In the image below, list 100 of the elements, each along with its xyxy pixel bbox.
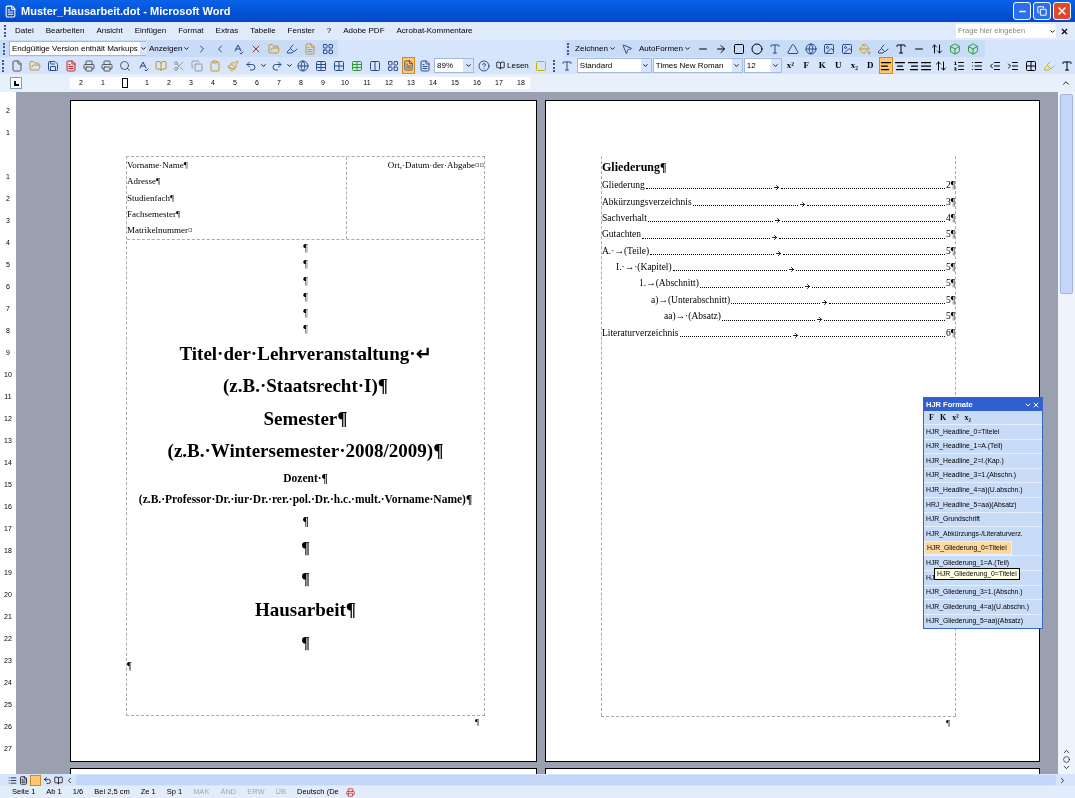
caret-icon	[286, 62, 293, 69]
normal-view-icon[interactable]	[8, 775, 17, 785]
style-dropdown[interactable]: Standard	[576, 58, 652, 73]
format-button[interactable]: x₂	[846, 57, 862, 74]
scroll-left-icon[interactable]	[65, 775, 74, 785]
title-page-paragraph: Semester¶	[262, 406, 349, 431]
toc-entry-label: a)→(Unterabschnitt)	[651, 293, 731, 307]
restore-icon	[1037, 6, 1047, 16]
draw-menu-button[interactable]: Zeichnen	[573, 42, 618, 55]
horizontal-scrollbar[interactable]	[76, 775, 1056, 785]
printer-icon[interactable]	[98, 57, 115, 74]
menu-item[interactable]: Adobe PDF	[337, 25, 391, 37]
format-button[interactable]: x₂	[962, 411, 973, 424]
toc-entry-label: I.·→·(Kapitel)	[616, 261, 672, 275]
reading-view-icon[interactable]	[54, 775, 63, 785]
header-line: Studienfach¶	[127, 191, 176, 205]
tab-mark-icon	[821, 299, 829, 307]
paragraph-mark: ¶	[474, 716, 479, 728]
previous-page-icon[interactable]	[1062, 747, 1071, 756]
vertical-scrollbar[interactable]	[1058, 92, 1075, 774]
format-button[interactable]: D	[862, 57, 878, 74]
title-page-paragraph: (z.B.·Wintersemester·2008/2009)¶	[166, 439, 445, 464]
toc-entry-label: 1.→(Abschnitt)	[639, 277, 699, 291]
menu-item[interactable]: Extras	[209, 25, 245, 37]
title-page-paragraph: Titel·der·Lehrveranstaltung·↵	[178, 341, 433, 366]
menu-item[interactable]: Ansicht	[90, 25, 129, 37]
fill-color-icon[interactable]	[856, 40, 873, 57]
menu-item[interactable]: Format	[172, 25, 210, 37]
font-size-dropdown[interactable]: 12	[743, 58, 782, 73]
oval-icon[interactable]	[748, 40, 765, 57]
caret-icon	[139, 45, 147, 52]
paragraph-mark: ¶	[300, 569, 311, 590]
format-button[interactable]: F	[927, 411, 936, 424]
format-button[interactable]: K	[937, 411, 949, 424]
align-button[interactable]	[878, 57, 893, 74]
paragraph-mark: ¶	[127, 658, 133, 673]
paragraph-mark: ¶	[302, 257, 309, 272]
menu-item[interactable]: Fenster	[281, 25, 321, 37]
browse-object-icon[interactable]	[1063, 756, 1070, 763]
format-button[interactable]: F	[798, 57, 814, 74]
toc-entry-label: Literaturverzeichnis	[602, 326, 679, 340]
minimize-button[interactable]	[1013, 2, 1031, 20]
next-page-icon[interactable]	[1062, 763, 1071, 772]
menu-item[interactable]: Einfügen	[128, 25, 173, 37]
scrollbar-thumb[interactable]	[1060, 94, 1073, 294]
caret-icon	[642, 62, 650, 69]
toc-page-number: 2¶	[945, 179, 955, 193]
menu-item[interactable]: Bearbeiten	[39, 25, 91, 37]
menu-item[interactable]: Acrobat-Kommentare	[390, 25, 479, 37]
caret-icon	[260, 62, 267, 69]
menu-item[interactable]: ?	[320, 25, 338, 37]
read-button[interactable]: Lesen	[493, 59, 532, 72]
toc-page-number: 5¶	[945, 228, 955, 242]
markup-view-dropdown[interactable]: Endgültige Version enthält Markups	[9, 41, 146, 56]
printer-icon[interactable]	[80, 57, 97, 74]
scroll-right-icon[interactable]	[1058, 775, 1067, 785]
help-icon[interactable]	[475, 57, 492, 74]
tab-mark-icon	[792, 331, 799, 339]
tab-mark-icon	[799, 200, 807, 208]
tab-mark-icon	[772, 184, 780, 192]
toc-page-number: 5¶	[945, 293, 955, 307]
toc-entry-label: A.·→(Teile)	[602, 244, 650, 258]
zoom-dropdown[interactable]: 89%	[434, 58, 474, 73]
toc-entry-label: Gliederung	[602, 179, 645, 193]
hyperlink-icon[interactable]	[294, 57, 311, 74]
close-button[interactable]	[1053, 2, 1071, 20]
caret-icon	[183, 45, 191, 52]
header-line: Vorname·Name¶	[127, 159, 189, 172]
format-button[interactable]: K	[814, 57, 830, 74]
paragraph-mark: ¶	[302, 273, 309, 288]
menu-item[interactable]: Tabelle	[244, 25, 282, 37]
paragraph-mark: ¶	[302, 306, 309, 321]
paragraph-mark: ¶	[302, 241, 309, 255]
menu-item[interactable]: Datei	[9, 25, 40, 37]
show-menu-button[interactable]: Anzeigen	[147, 42, 193, 55]
format-button[interactable]: U	[830, 57, 846, 74]
toc-entry-label: Sachverhalt	[602, 211, 647, 225]
format-button[interactable]: x²	[950, 411, 961, 424]
font-dropdown[interactable]: Times New Roman	[652, 58, 743, 73]
toc-entry-label: Abkürzungsverzeichnis	[602, 195, 692, 209]
restore-button[interactable]	[1033, 2, 1051, 20]
paragraph-mark: ¶	[300, 632, 311, 653]
autoshapes-menu-button[interactable]: AutoFormen	[636, 42, 693, 55]
toc-page-number: 5¶	[945, 277, 955, 291]
scroll-up-icon[interactable]	[1061, 78, 1071, 88]
tab-mark-icon	[775, 249, 783, 257]
paragraph-mark: ¶	[945, 717, 950, 729]
paragraph-mark: ¶	[301, 513, 310, 529]
caret-icon	[1049, 27, 1056, 35]
toc-entry-label: aa)→·(Absatz)	[664, 310, 721, 324]
close-icon[interactable]	[1060, 26, 1069, 36]
format-button[interactable]: x²	[782, 57, 798, 74]
caret-icon	[733, 62, 741, 69]
book-icon	[496, 61, 505, 70]
outline-heading: Gliederung¶	[602, 159, 668, 176]
close-icon	[1056, 5, 1068, 17]
tab-selector-icon[interactable]	[10, 77, 22, 89]
toc-page-number: 4¶	[945, 211, 955, 225]
toc-page-number: 5¶	[945, 244, 955, 258]
toc-page-number: 3¶	[945, 195, 955, 209]
